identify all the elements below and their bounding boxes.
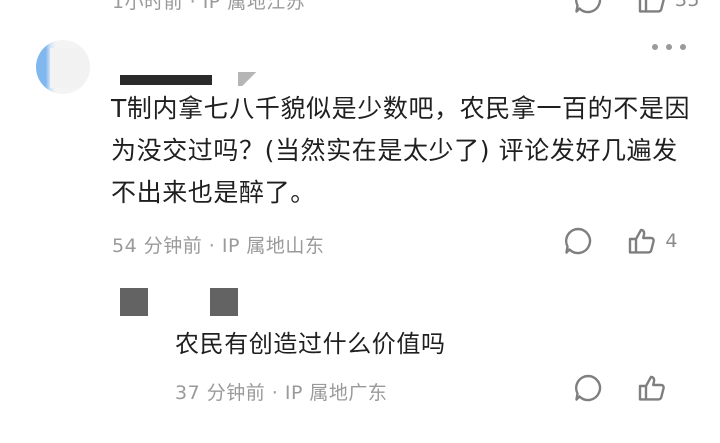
like-count: 4 <box>665 230 678 252</box>
comment-text: T制内拿七八千貌似是少数吧，农民拿一百的不是因为没交过吗？(当然实在是太少了) … <box>111 94 691 207</box>
comment-thread: 1小时前 · IP 属地江苏 35 T制内拿七八千貌似是少数吧，农民拿一百的不是… <box>0 0 720 443</box>
previous-comment-meta: 1小时前 · IP 属地江苏 <box>112 0 306 13</box>
more-dot <box>652 44 658 50</box>
reply-icon[interactable] <box>563 226 593 256</box>
more-dot <box>680 44 686 50</box>
like-icon[interactable] <box>637 0 667 15</box>
redacted-badge <box>238 72 260 86</box>
redacted-username <box>120 75 212 85</box>
reply-actions <box>573 373 675 403</box>
avatar[interactable] <box>36 40 90 94</box>
like-icon[interactable] <box>627 226 657 256</box>
redacted-reply-avatar <box>120 288 148 316</box>
previous-comment-actions: 35 <box>573 0 700 14</box>
comment-meta: 54 分钟前 · IP 属地山东 <box>112 235 325 257</box>
reply-meta: 37 分钟前 · IP 属地广东 <box>175 382 388 404</box>
reply-icon[interactable] <box>573 0 603 15</box>
comment-actions: 4 <box>563 226 678 256</box>
redacted-reply-username <box>210 288 238 316</box>
reply-icon[interactable] <box>573 373 603 403</box>
previous-like-count: 35 <box>674 0 700 11</box>
more-dot <box>666 44 672 50</box>
reply-text: 农民有创造过什么价值吗 <box>175 330 446 358</box>
like-icon[interactable] <box>637 373 667 403</box>
more-options-icon[interactable] <box>652 44 686 50</box>
